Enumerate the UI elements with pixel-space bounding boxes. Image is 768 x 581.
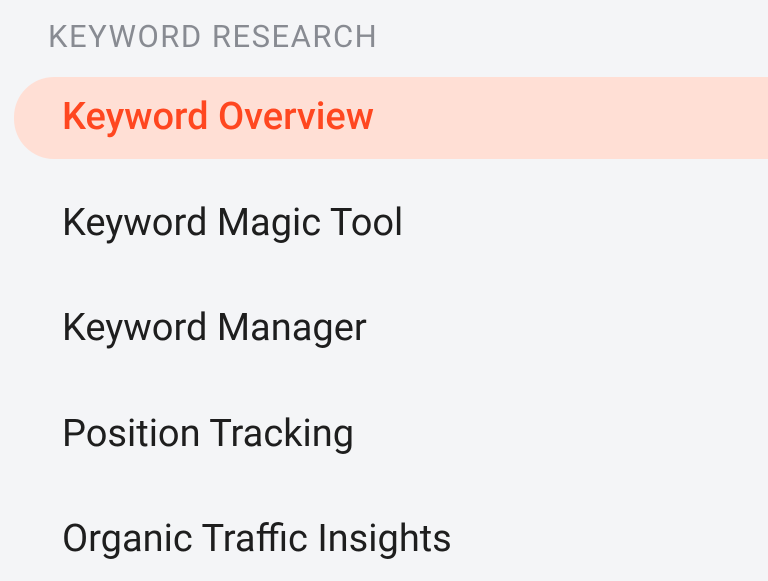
nav-item-position-tracking[interactable]: Position Tracking: [14, 394, 768, 476]
section-header: KEYWORD RESEARCH: [0, 18, 768, 55]
sidebar-nav: KEYWORD RESEARCH Keyword Overview Keywor…: [0, 0, 768, 581]
nav-item-organic-traffic-insights[interactable]: Organic Traffic Insights: [14, 499, 768, 581]
nav-item-keyword-manager[interactable]: Keyword Manager: [14, 288, 768, 370]
nav-list: Keyword Overview Keyword Magic Tool Keyw…: [0, 77, 768, 581]
nav-item-keyword-magic-tool[interactable]: Keyword Magic Tool: [14, 183, 768, 265]
nav-item-keyword-overview[interactable]: Keyword Overview: [14, 77, 768, 159]
